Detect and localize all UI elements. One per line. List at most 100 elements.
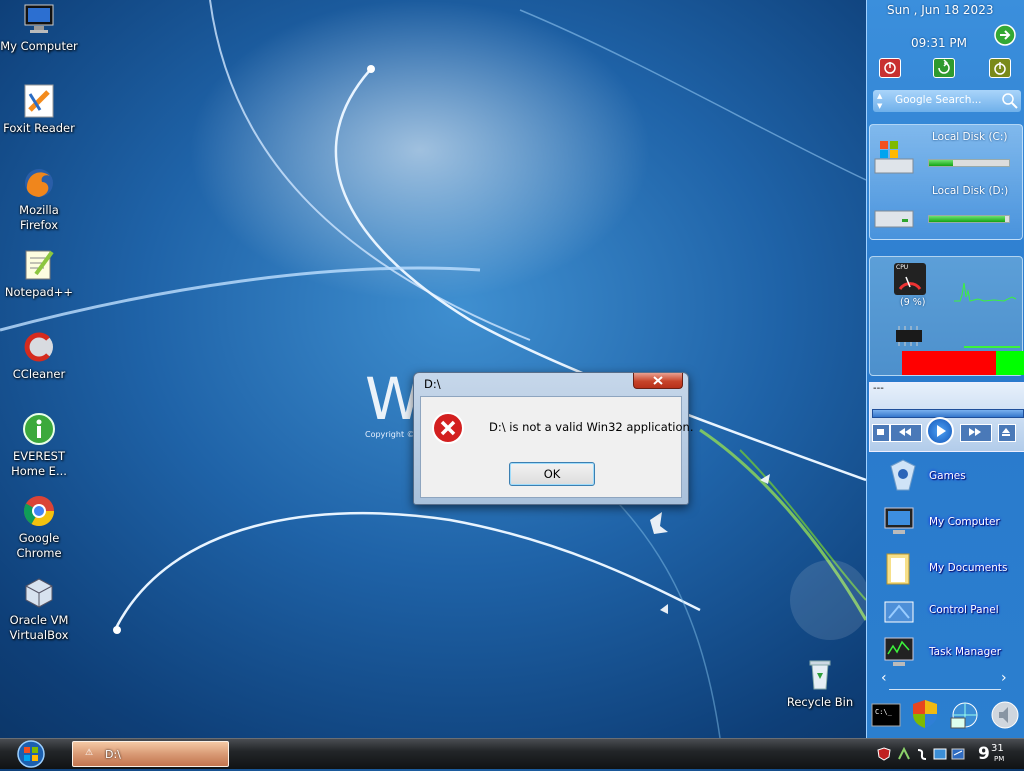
memory-chip-icon bbox=[896, 326, 922, 346]
desktop-icon-virtualbox[interactable]: Oracle VM VirtualBox bbox=[0, 576, 78, 643]
media-next-button[interactable] bbox=[960, 424, 992, 442]
eject-icon bbox=[1002, 428, 1010, 436]
desktop-icon-label: Google Chrome bbox=[16, 531, 62, 560]
media-prev-button[interactable] bbox=[890, 424, 922, 442]
firefox-icon bbox=[22, 166, 56, 200]
launcher-item-label: Task Manager bbox=[929, 646, 1002, 658]
control-panel-icon bbox=[884, 601, 914, 623]
dialog-message: D:\ is not a valid Win32 application. bbox=[489, 420, 694, 434]
network-tray-icon[interactable] bbox=[897, 747, 911, 761]
launcher-item-label: Control Panel bbox=[929, 604, 999, 616]
search-scroll-up-icon[interactable]: ▲ bbox=[877, 92, 882, 100]
desktop-icon-label: EVEREST Home E... bbox=[11, 449, 67, 478]
shutdown-button[interactable] bbox=[879, 58, 901, 78]
window-app-icon: ⚠ bbox=[85, 748, 94, 758]
launcher-item-my-documents[interactable]: My Documents bbox=[875, 548, 1024, 588]
play-icon bbox=[937, 425, 946, 437]
memory-free-bar bbox=[996, 351, 1024, 375]
drive-c-usage-bar bbox=[928, 159, 1010, 167]
start-button[interactable] bbox=[14, 740, 48, 768]
command-prompt-icon[interactable]: C:\_ bbox=[871, 702, 901, 728]
error-dialog: D:\ D:\ is not a valid Win32 application… bbox=[413, 372, 693, 505]
foxit-reader-icon bbox=[22, 84, 56, 118]
launcher-scroll-left-icon[interactable]: ‹ bbox=[881, 670, 887, 686]
clock-ampm: PM bbox=[994, 755, 1005, 763]
desktop-icon-label: Oracle VM VirtualBox bbox=[9, 613, 69, 642]
drive-c-label: Local Disk (C:) bbox=[932, 131, 1008, 143]
desktop-icon-label: Mozilla Firefox bbox=[19, 203, 59, 232]
search-scroll-down-icon[interactable]: ▼ bbox=[877, 102, 882, 110]
launcher-item-games[interactable]: Games bbox=[875, 456, 1024, 496]
media-play-button[interactable] bbox=[926, 417, 954, 445]
desktop-icon-label: Notepad++ bbox=[4, 285, 74, 299]
sync-tray-icon[interactable] bbox=[915, 747, 929, 761]
launcher-item-label: Games bbox=[929, 470, 966, 482]
desktop-icon-recycle-bin[interactable]: Recycle Bin bbox=[780, 658, 860, 710]
search-icon[interactable] bbox=[1001, 92, 1019, 110]
display-tray-icon[interactable] bbox=[951, 747, 965, 761]
memory-graph bbox=[964, 346, 1020, 348]
drive-d-usage-fill bbox=[929, 216, 1005, 222]
next-icon bbox=[969, 428, 981, 436]
clock-minutes: 31 bbox=[991, 743, 1004, 754]
launcher-item-control-panel[interactable]: Control Panel bbox=[875, 590, 1024, 630]
ok-button[interactable]: OK bbox=[509, 462, 595, 486]
search-placeholder: Google Search... bbox=[895, 94, 982, 106]
dialog-close-button[interactable] bbox=[633, 373, 683, 389]
launcher-item-label: My Computer bbox=[929, 516, 1000, 528]
network-globe-icon[interactable] bbox=[949, 700, 981, 730]
notepad-plus-plus-icon bbox=[22, 248, 56, 282]
antivirus-tray-icon[interactable] bbox=[877, 747, 891, 761]
monitor-tray-icon[interactable] bbox=[933, 747, 947, 761]
media-eject-button[interactable] bbox=[998, 424, 1016, 442]
drive-c-usage-fill bbox=[929, 160, 953, 166]
dialog-body: D:\ is not a valid Win32 application. OK bbox=[420, 396, 693, 498]
media-player-gadget: --- bbox=[869, 382, 1024, 452]
arrow-right-icon[interactable] bbox=[994, 24, 1016, 46]
launcher-scroll-track bbox=[889, 689, 1001, 690]
launcher-item-label: My Documents bbox=[929, 562, 1008, 574]
desktop-icon-foxit-reader[interactable]: Foxit Reader bbox=[0, 84, 78, 136]
media-stop-button[interactable] bbox=[872, 424, 890, 442]
desktop-icon-label: Recycle Bin bbox=[786, 695, 854, 709]
ccleaner-icon bbox=[22, 330, 56, 364]
games-icon bbox=[890, 459, 916, 491]
media-title: --- bbox=[873, 383, 884, 394]
desktop-icon-my-computer[interactable]: My Computer bbox=[0, 2, 78, 54]
wallpaper-copyright: Copyright © bbox=[365, 430, 415, 439]
sidebar-date: Sun , Jun 18 2023 bbox=[887, 3, 994, 17]
desktop-icon-google-chrome[interactable]: Google Chrome bbox=[0, 494, 78, 561]
taskbar-window-button[interactable]: ⚠ D:\ bbox=[72, 741, 229, 767]
cpu-meter-gadget: CPU (9 %) bbox=[869, 256, 1024, 376]
launcher-item-my-computer[interactable]: My Computer bbox=[875, 502, 1024, 542]
desktop-icon-ccleaner[interactable]: CCleaner bbox=[0, 330, 78, 382]
launcher-scroll-right-icon[interactable]: › bbox=[1001, 670, 1007, 686]
desktop-icon-notepad-plus-plus[interactable]: Notepad++ bbox=[0, 248, 78, 300]
security-shield-icon[interactable] bbox=[911, 698, 939, 730]
previous-icon bbox=[899, 428, 911, 436]
monitor-icon bbox=[884, 507, 914, 534]
recycle-bin-icon bbox=[803, 658, 837, 692]
drives-gadget: Local Disk (C:) Local Disk (D:) bbox=[869, 124, 1023, 240]
google-search-box[interactable]: ▲ ▼ Google Search... bbox=[873, 90, 1021, 112]
desktop-icon-everest[interactable]: EVEREST Home E... bbox=[0, 412, 78, 479]
launcher-item-task-manager[interactable]: Task Manager bbox=[875, 632, 1024, 672]
chrome-icon bbox=[22, 494, 56, 528]
info-icon bbox=[22, 412, 56, 446]
desktop-icon-label: CCleaner bbox=[12, 367, 66, 381]
desktop-icon-label: Foxit Reader bbox=[3, 121, 75, 135]
taskbar-window-label: D:\ bbox=[105, 748, 121, 761]
drive-d-icon bbox=[874, 210, 914, 228]
error-icon bbox=[432, 412, 464, 444]
restart-button[interactable] bbox=[933, 58, 955, 78]
close-icon bbox=[653, 376, 663, 385]
task-manager-icon bbox=[884, 637, 914, 666]
logoff-button[interactable] bbox=[989, 58, 1011, 78]
media-seek-bar[interactable] bbox=[872, 409, 1024, 418]
speaker-icon[interactable] bbox=[989, 700, 1021, 730]
cpu-value: (9 %) bbox=[900, 297, 926, 308]
desktop-icon-mozilla-firefox[interactable]: Mozilla Firefox bbox=[0, 166, 78, 233]
logoff-icon bbox=[994, 62, 1006, 75]
stop-icon bbox=[877, 429, 884, 435]
windows-orb-icon bbox=[17, 740, 45, 768]
